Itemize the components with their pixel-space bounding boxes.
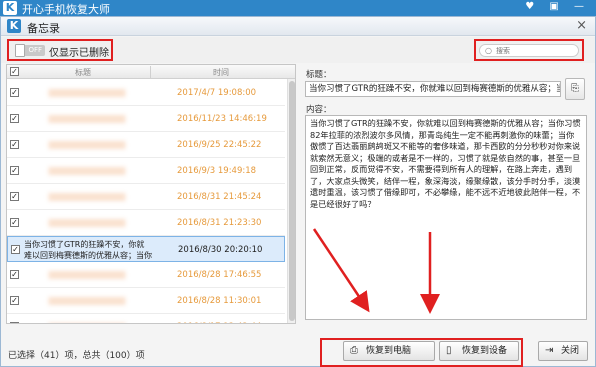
show-deleted-filter[interactable]: OFF 仅显示已删除 xyxy=(7,39,113,61)
title-label: 标题： xyxy=(306,70,332,80)
list-row[interactable]: ✓ 2016/8/31 21:45:24 xyxy=(7,184,285,210)
show-deleted-label: 仅显示已删除 xyxy=(49,48,109,59)
dialog-title: 备忘录 xyxy=(27,22,60,35)
row-time: 2016/9/25 22:45:22 xyxy=(177,140,262,150)
window-controls[interactable]: ♥ ▣ — xyxy=(525,1,590,12)
row-time: 2016/9/3 19:49:18 xyxy=(177,166,257,176)
toolbar: OFF 仅显示已删除 ○ xyxy=(1,37,595,63)
row-checkbox[interactable]: ✓ xyxy=(10,166,19,175)
column-divider[interactable] xyxy=(150,66,151,78)
row-time: 2016/11/23 14:46:19 xyxy=(177,114,267,124)
dialog-logo-icon: K xyxy=(7,19,21,33)
list-row[interactable]: ✓ 2016/8/28 11:30:01 xyxy=(7,288,285,314)
search-input[interactable] xyxy=(496,46,574,56)
row-checkbox[interactable]: ✓ xyxy=(10,218,19,227)
toggle-knob xyxy=(15,44,25,57)
row-title: 当你习惯了GTR的狂躁不安，你就难以回到梅赛德斯的优雅从容；当你习惯... xyxy=(24,240,152,260)
title-field[interactable]: 当你习惯了GTR的狂躁不安，你就难以回到梅赛德斯的优雅从容；当你习惯82 xyxy=(305,81,561,97)
close-icon[interactable]: × xyxy=(576,18,587,33)
restore-to-pc-button[interactable]: ⎙ 恢复到电脑 xyxy=(343,341,435,361)
exit-icon: ⇥ xyxy=(545,345,554,356)
scrollbar-thumb[interactable] xyxy=(289,81,295,321)
search-icon: ○ xyxy=(485,46,492,55)
search-field[interactable]: ○ xyxy=(479,44,579,57)
row-title xyxy=(23,297,151,305)
app-title-bar: K 开心手机恢复大师 ♥ ▣ — xyxy=(0,0,596,16)
computer-icon: ⎙ xyxy=(350,345,358,356)
row-title xyxy=(23,141,151,149)
row-checkbox[interactable]: ✓ xyxy=(10,88,19,97)
row-title xyxy=(23,193,151,201)
copy-icon[interactable]: ⎘ xyxy=(565,78,585,100)
row-title xyxy=(23,89,151,97)
dialog-header: K 备忘录 × xyxy=(1,17,595,36)
close-button-label: 关闭 xyxy=(561,346,580,356)
row-title xyxy=(23,219,151,227)
row-checkbox[interactable]: ✓ xyxy=(11,245,20,254)
list-row[interactable]: ✓ 2016/8/28 17:46:55 xyxy=(7,262,285,288)
row-title xyxy=(23,115,151,123)
row-checkbox[interactable]: ✓ xyxy=(10,322,19,323)
row-time: 2016/8/28 17:46:55 xyxy=(177,270,262,280)
list-row[interactable]: ✓ 2016/11/23 14:46:19 xyxy=(7,106,285,132)
list-row[interactable]: ✓ 2016/9/3 19:49:18 xyxy=(7,158,285,184)
list-row[interactable]: ✓ 2017/4/7 19:08:00 xyxy=(7,80,285,106)
row-checkbox[interactable]: ✓ xyxy=(10,114,19,123)
row-time: 2016/8/28 11:30:01 xyxy=(177,296,262,306)
app-logo-icon: K xyxy=(3,1,17,15)
row-time: 2016/8/17 12:42:44 xyxy=(177,322,261,323)
device-icon: ▯ xyxy=(446,345,452,356)
restore-to-device-label: 恢复到设备 xyxy=(462,346,508,356)
row-title xyxy=(23,271,151,279)
row-checkbox[interactable]: ✓ xyxy=(10,140,19,149)
row-title xyxy=(23,323,151,324)
close-button[interactable]: ⇥ 关闭 xyxy=(538,341,588,361)
selection-status: 已选择（41）项，总共（100）项 xyxy=(8,351,145,361)
column-header-time[interactable]: 时间 xyxy=(213,67,229,78)
list-row[interactable]: ✓ 2016/9/25 22:45:22 xyxy=(7,132,285,158)
row-time: 2016/8/30 20:20:10 xyxy=(178,245,263,255)
list-row[interactable]: ✓ 2016/8/31 21:23:30 xyxy=(7,210,285,236)
app-title: 开心手机恢复大师 xyxy=(22,3,110,16)
restore-to-device-button[interactable]: ▯ 恢复到设备 xyxy=(439,341,519,361)
row-time: 2016/8/31 21:23:30 xyxy=(177,218,262,228)
row-time: 2017/4/7 19:08:00 xyxy=(177,88,257,98)
list-header: ✓ 标题 时间 xyxy=(7,65,295,79)
row-checkbox[interactable]: ✓ xyxy=(10,270,19,279)
row-title xyxy=(23,167,151,175)
list-row[interactable]: ✓ 当你习惯了GTR的狂躁不安，你就难以回到梅赛德斯的优雅从容；当你习惯... 20… xyxy=(7,236,285,262)
column-header-title[interactable]: 标题 xyxy=(75,67,91,78)
row-time: 2016/8/31 21:45:24 xyxy=(177,192,262,202)
row-checkbox[interactable]: ✓ xyxy=(10,296,19,305)
select-all-checkbox[interactable]: ✓ xyxy=(10,67,19,76)
detail-panel: 标题： 当你习惯了GTR的狂躁不安，你就难以回到梅赛德斯的优雅从容；当你习惯82… xyxy=(302,64,590,324)
content-field[interactable]: 当你习惯了GTR的狂躁不安，你就难以回到梅赛德斯的优雅从容；当你习惯82年拉菲的… xyxy=(305,115,587,320)
list-row[interactable]: ✓ 2016/8/17 12:42:44 xyxy=(7,314,285,324)
memo-list: ✓ 标题 时间 ✓ 2017/4/7 19:08:00 ✓ 2016/11/23 14… xyxy=(6,64,296,324)
content-label: 内容： xyxy=(306,105,332,115)
search-area: ○ xyxy=(474,39,584,61)
restore-to-pc-label: 恢复到电脑 xyxy=(366,346,412,356)
row-checkbox[interactable]: ✓ xyxy=(10,192,19,201)
list-scrollbar[interactable] xyxy=(287,79,295,323)
